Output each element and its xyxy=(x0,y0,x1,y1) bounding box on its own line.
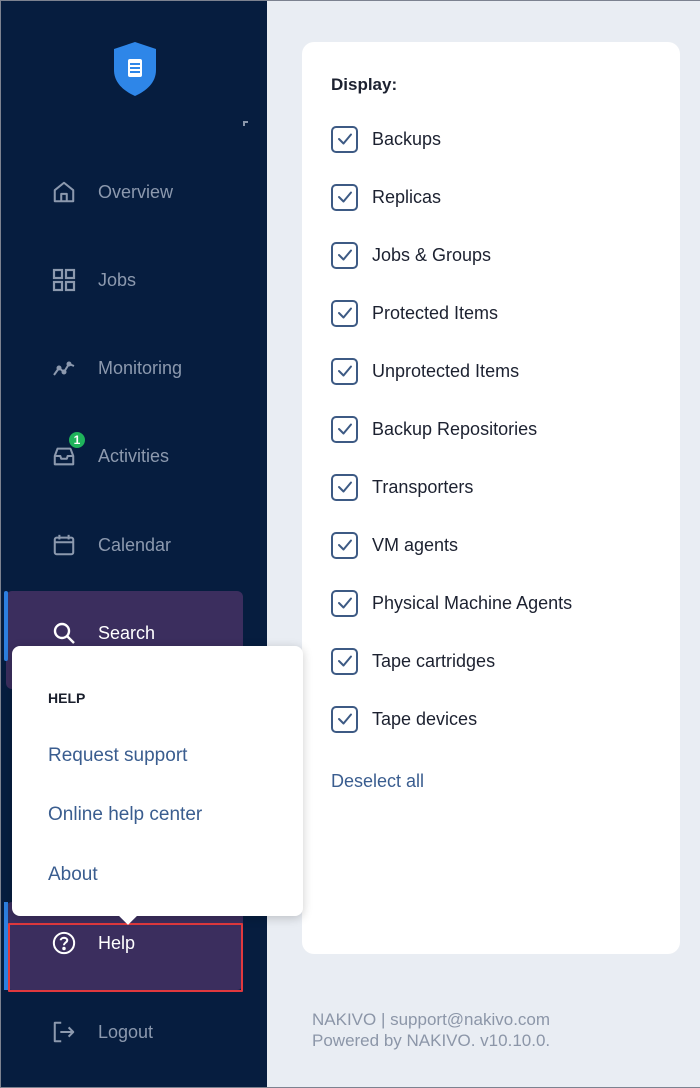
monitoring-icon xyxy=(52,356,76,380)
help-menu-title: HELP xyxy=(48,690,86,706)
checkmark-icon xyxy=(337,191,352,203)
display-option-label: Unprotected Items xyxy=(372,360,520,381)
request-support-link[interactable]: Request support xyxy=(48,745,187,767)
home-icon xyxy=(52,180,76,204)
grid-icon xyxy=(52,268,76,292)
display-option-row[interactable]: Backup Repositories xyxy=(331,415,537,443)
display-option-label: Jobs & Groups xyxy=(372,244,492,265)
display-option-row[interactable]: Tape cartridges xyxy=(331,647,495,675)
checkbox[interactable] xyxy=(331,589,358,617)
sidebar-item-label: Activities xyxy=(98,445,170,466)
checkbox[interactable] xyxy=(331,531,358,559)
sidebar-item-label: Overview xyxy=(98,181,174,202)
checkmark-icon xyxy=(337,481,352,493)
deselect-all-link[interactable]: Deselect all xyxy=(331,771,424,792)
display-option-row[interactable]: Protected Items xyxy=(331,299,498,327)
display-option-label: Backup Repositories xyxy=(372,418,538,439)
checkbox[interactable] xyxy=(331,183,358,211)
checkbox[interactable] xyxy=(331,415,358,443)
display-option-row[interactable]: Unprotected Items xyxy=(331,357,519,385)
display-option-row[interactable]: VM agents xyxy=(331,531,458,559)
display-option-row[interactable]: Jobs & Groups xyxy=(331,241,491,269)
display-option-label: Physical Machine Agents xyxy=(372,592,573,613)
checkbox[interactable] xyxy=(331,705,358,733)
search-icon xyxy=(52,621,76,645)
checkbox[interactable] xyxy=(331,357,358,385)
display-option-label: Protected Items xyxy=(372,302,499,323)
display-option-row[interactable]: Transporters xyxy=(331,473,473,501)
sidebar-item-label: Jobs xyxy=(98,269,137,290)
sidebar-item-label: Calendar xyxy=(98,534,172,555)
about-link[interactable]: About xyxy=(48,864,98,886)
calendar-icon xyxy=(52,533,76,557)
nakivo-logo[interactable] xyxy=(110,40,160,98)
sidebar-item-label: Search xyxy=(98,622,156,643)
footer: NAKIVO | support@nakivo.com Powered by N… xyxy=(312,1009,550,1051)
checkmark-icon xyxy=(337,133,352,145)
display-option-label: Tape devices xyxy=(372,708,478,729)
notification-badge: 1 xyxy=(67,430,87,450)
display-option-label: Transporters xyxy=(372,476,474,497)
display-option-label: Backups xyxy=(372,128,442,149)
online-help-center-link[interactable]: Online help center xyxy=(48,804,202,826)
footer-version: Powered by NAKIVO. v10.10.0. xyxy=(312,1031,551,1050)
sidebar-item-calendar[interactable]: Calendar xyxy=(0,515,267,575)
display-filter-panel: Display: Backups Replicas Jobs & Groups Pro… xyxy=(302,42,680,954)
display-title: Display: xyxy=(331,75,398,94)
checkbox[interactable] xyxy=(331,299,358,327)
checkmark-icon xyxy=(337,539,352,551)
display-option-label: Replicas xyxy=(372,186,442,207)
display-option-label: VM agents xyxy=(372,534,459,555)
sidebar-item-activities[interactable]: Activities xyxy=(0,426,267,486)
footer-support: NAKIVO | support@nakivo.com xyxy=(312,1010,551,1029)
checkbox[interactable] xyxy=(331,125,358,153)
display-option-row[interactable]: Tape devices xyxy=(331,705,477,733)
checkbox[interactable] xyxy=(331,241,358,269)
sidebar-item-overview[interactable]: Overview xyxy=(0,162,267,222)
checkmark-icon xyxy=(337,655,352,667)
sidebar-item-jobs[interactable]: Jobs xyxy=(0,250,267,310)
sidebar-item-logout[interactable]: Logout xyxy=(0,1002,267,1062)
checkmark-icon xyxy=(337,307,352,319)
display-option-row[interactable]: Replicas xyxy=(331,183,441,211)
checkmark-icon xyxy=(337,423,352,435)
checkmark-icon xyxy=(337,597,352,609)
logout-icon xyxy=(52,1020,76,1044)
display-option-label: Tape cartridges xyxy=(372,650,496,671)
help-popup-menu: HELP Request support Online help center … xyxy=(12,646,303,925)
checkmark-icon xyxy=(337,249,352,261)
sidebar-item-label: Logout xyxy=(98,1021,154,1042)
checkmark-icon xyxy=(337,713,352,725)
sidebar-item-monitoring[interactable]: Monitoring xyxy=(0,338,267,398)
display-option-row[interactable]: Physical Machine Agents xyxy=(331,589,572,617)
collapse-sidebar-icon[interactable] xyxy=(243,121,248,126)
sidebar-item-label: Monitoring xyxy=(98,357,183,378)
checkbox[interactable] xyxy=(331,473,358,501)
help-highlight-outline xyxy=(8,923,243,992)
sidebar: Overview Jobs Monitoring Activities 1 Ca… xyxy=(0,0,267,1088)
display-option-row[interactable]: Backups xyxy=(331,125,441,153)
checkmark-icon xyxy=(337,365,352,377)
checkbox[interactable] xyxy=(331,647,358,675)
